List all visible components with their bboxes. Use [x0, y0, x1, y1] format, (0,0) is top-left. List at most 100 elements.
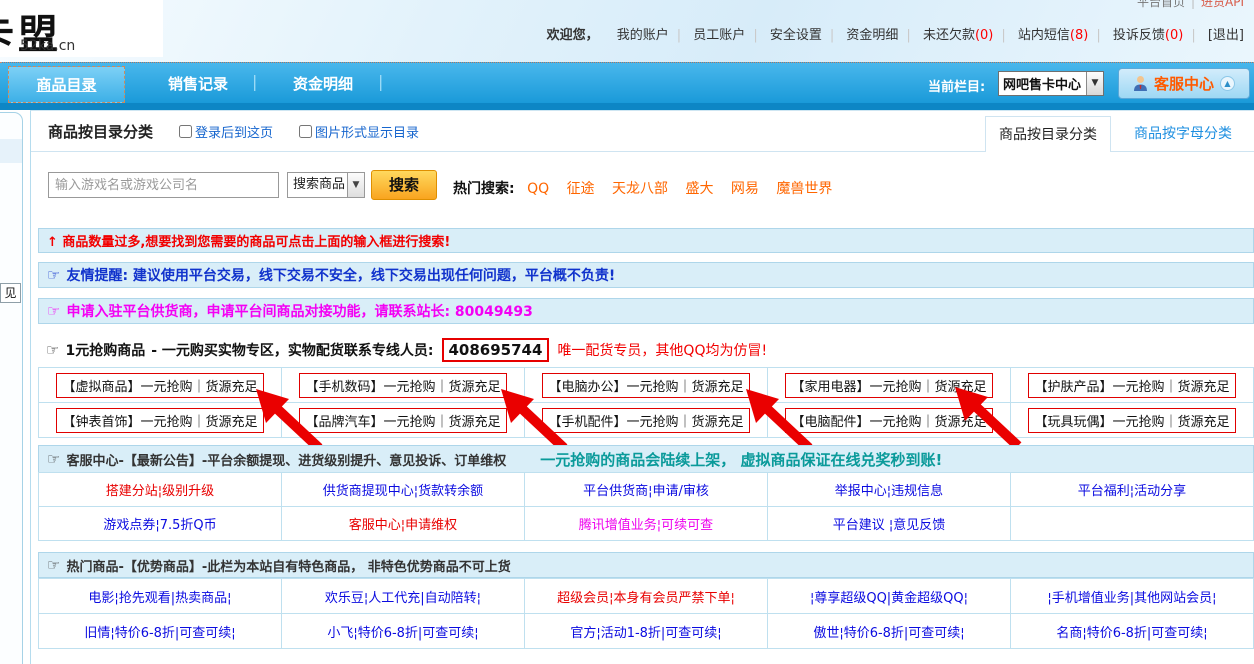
hand-pointer-icon: ☞	[47, 266, 60, 284]
image-mode-checkbox-group: 图片形式显示目录	[299, 122, 419, 141]
flash-item-watch-jewelry[interactable]: 【钟表首饰】一元抢购｜货源充足	[56, 408, 263, 433]
search-category-value: 搜索商品	[288, 173, 347, 197]
login-landing-checkbox-group: 登录后到这页	[179, 122, 273, 141]
notice-supplier-apply: ☞ 申请入驻平台供货商，申请平台间商品对接功能，请联系站长: 80049493	[38, 298, 1254, 324]
arrow-up-circle-icon: ▲	[1220, 76, 1235, 91]
hand-pointer-icon: ☞	[47, 302, 60, 320]
red-arrow-icon	[253, 388, 325, 450]
hot-link-official[interactable]: 官方¦活动1-8折|可查可续¦	[570, 626, 721, 641]
hand-pointer-icon: ☞	[47, 450, 60, 468]
customer-service-label: 客服中心	[1154, 73, 1214, 94]
table-row: 【钟表首饰】一元抢购｜货源充足 【品牌汽车】一元抢购｜货源充足 【手机配件】一元…	[39, 403, 1254, 438]
svc-link-supplier-apply[interactable]: 平台供货商¦申请/审核	[583, 484, 709, 499]
table-row: 电影¦抢先观看|热卖商品¦ 欢乐豆¦人工代充|自动陪转¦ 超级会员¦本身有会员严…	[39, 579, 1254, 614]
svc-link-tencent-vas[interactable]: 腾讯增值业务¦可续可查	[579, 518, 713, 533]
current-column-select[interactable]: 网吧售卡中心 ▼	[998, 71, 1104, 96]
flash-sale-table: 【虚拟商品】一元抢购｜货源充足 【手机数码】一元抢购｜货源充足 【电脑办公】一元…	[38, 367, 1254, 438]
search-input[interactable]	[48, 172, 279, 198]
hot-link-qq[interactable]: QQ	[527, 181, 549, 197]
image-mode-label[interactable]: 图片形式显示目录	[315, 122, 419, 141]
hot-link-tianlongbabu[interactable]: 天龙八部	[612, 181, 668, 197]
hot-link-xiaofei[interactable]: 小飞¦特价6-8折|可查可续¦	[327, 626, 478, 641]
hot-link-shanda[interactable]: 盛大	[685, 181, 713, 197]
hot-search-row: 热门搜索: QQ 征途 天龙八部 盛大 网易 魔兽世界	[453, 178, 845, 198]
flash-sale-qq-number: 408695744	[442, 338, 550, 362]
left-edge-panel	[0, 112, 23, 664]
flash-sale-header: ☞ 1元抢购商品 - 一元购买实物专区，实物配货联系专线人员: 40869574…	[38, 336, 1254, 364]
hot-link-wangyi[interactable]: 网易	[731, 181, 759, 197]
person-icon	[1133, 75, 1148, 92]
flash-item-mobile-digital[interactable]: 【手机数码】一元抢购｜货源充足	[299, 373, 506, 398]
home-link[interactable]: 平台首页	[1137, 0, 1185, 9]
complaint-feedback-link[interactable]: 投诉反馈(0)	[1113, 28, 1183, 43]
search-category-select[interactable]: 搜索商品 ▼	[287, 172, 365, 198]
hot-link-zhengtu[interactable]: 征途	[567, 181, 595, 197]
nav-separator: |	[252, 72, 257, 91]
site-logo[interactable]: 卡盟 52ka.cn	[0, 0, 163, 57]
hot-link-happy-beans[interactable]: 欢乐豆¦人工代充|自动陪转¦	[325, 591, 481, 606]
notice-friendly-reminder: ☞ 友情提醒: 建议使用平台交易，线下交易不安全，线下交易出现任何问题，平台概不…	[38, 262, 1254, 288]
left-peek-box[interactable]: 见	[0, 283, 21, 303]
security-settings-link[interactable]: 安全设置	[770, 28, 822, 43]
tab-sales-records[interactable]: 销售记录	[143, 66, 253, 103]
login-landing-label[interactable]: 登录后到这页	[195, 122, 273, 141]
hot-link-super-qq[interactable]: ¦尊享超级QQ|黄金超级QQ¦	[810, 591, 968, 606]
red-arrow-icon	[952, 386, 1024, 448]
hot-link-mingshang[interactable]: 名商¦特价6-8折|可查可续¦	[1056, 626, 1207, 641]
flash-sale-title: 1元抢购商品	[65, 340, 145, 360]
hot-link-mobile-vas[interactable]: ¦手机增值业务|其他网站会员¦	[1047, 591, 1216, 606]
hand-pointer-icon: ☞	[47, 556, 60, 574]
customer-service-button[interactable]: 客服中心 ▲	[1118, 68, 1250, 99]
flash-item-phone-accessory[interactable]: 【手机配件】一元抢购｜货源充足	[542, 408, 749, 433]
tab-product-catalog[interactable]: 商品目录	[8, 66, 125, 103]
svc-link-game-points[interactable]: 游戏点券¦7.5折Q币	[103, 518, 216, 533]
flash-sale-subtitle: - 一元购买实物专区，实物配货联系专线人员:	[151, 340, 433, 360]
flash-item-toy[interactable]: 【玩具玩偶】一元抢购｜货源充足	[1028, 408, 1235, 433]
purchase-api-link[interactable]: 进货API	[1201, 0, 1244, 9]
hot-link-jiuqing[interactable]: 旧情¦特价6-8折|可查可续¦	[84, 626, 235, 641]
svc-link-rights-protection[interactable]: 客服中心¦申请维权	[349, 518, 457, 533]
hand-pointer-icon: ☞	[46, 341, 59, 359]
table-row: 【虚拟商品】一元抢购｜货源充足 【手机数码】一元抢购｜货源充足 【电脑办公】一元…	[39, 368, 1254, 403]
service-table: 搭建分站¦级别升级 供货商提现中心¦货款转余额 平台供货商¦申请/审核 举报中心…	[38, 472, 1254, 541]
logout-link[interactable]: [退出]	[1208, 28, 1244, 43]
svc-link-platform-suggestion[interactable]: 平台建议 ¦意见反馈	[833, 518, 946, 533]
flash-item-computer-office[interactable]: 【电脑办公】一元抢购｜货源充足	[542, 373, 749, 398]
search-button[interactable]: 搜索	[371, 170, 437, 200]
top-mini-links: 平台首页|进货API	[1137, 0, 1244, 10]
login-landing-checkbox[interactable]	[179, 125, 192, 138]
flash-item-brand-car[interactable]: 【品牌汽车】一元抢购｜货源充足	[299, 408, 506, 433]
table-row: 游戏点券¦7.5折Q币 客服中心¦申请维权 腾讯增值业务¦可续可查 平台建议 ¦…	[39, 507, 1254, 541]
hot-link-super-member[interactable]: 超级会员¦本身有会员严禁下单¦	[557, 591, 735, 606]
svc-link-report-center[interactable]: 举报中心¦违规信息	[835, 484, 943, 499]
table-row: 旧情¦特价6-8折|可查可续¦ 小飞¦特价6-8折|可查可续¦ 官方¦活动1-8…	[39, 614, 1254, 649]
hot-products-table: 电影¦抢先观看|热卖商品¦ 欢乐豆¦人工代充|自动陪转¦ 超级会员¦本身有会员严…	[38, 578, 1254, 649]
notice-search-tip: ↑ 商品数量过多,想要找到您需要的商品可点击上面的输入框进行搜索!	[38, 228, 1254, 253]
logo-domain-text: 52ka.cn	[20, 38, 75, 54]
staff-account-link[interactable]: 员工账户	[693, 28, 745, 43]
tab-funds-detail[interactable]: 资金明细	[268, 66, 378, 103]
my-account-link[interactable]: 我的账户	[617, 28, 669, 43]
chevron-down-icon: ▼	[347, 173, 364, 197]
site-message-link[interactable]: 站内短信(8)	[1018, 28, 1088, 43]
hot-link-movie[interactable]: 电影¦抢先观看|热卖商品¦	[88, 591, 231, 606]
table-row: 搭建分站¦级别升级 供货商提现中心¦货款转余额 平台供货商¦申请/审核 举报中心…	[39, 473, 1254, 507]
unpaid-debt-link[interactable]: 未还欠款(0)	[923, 28, 993, 43]
tab-by-letter[interactable]: 商品按字母分类	[1113, 117, 1253, 151]
flash-item-skincare[interactable]: 【护肤产品】一元抢购｜货源充足	[1028, 373, 1235, 398]
current-column-value: 网吧售卡中心	[999, 74, 1086, 93]
welcome-text: 欢迎您，	[547, 28, 599, 43]
tab-by-category[interactable]: 商品按目录分类	[985, 116, 1111, 152]
red-arrow-icon	[498, 388, 570, 450]
flash-sale-warning: 唯一配货专员，其他QQ均为仿冒!	[557, 340, 767, 360]
hot-link-aoshi[interactable]: 傲世¦特价6-8折|可查可续¦	[813, 626, 964, 641]
service-section-header: ☞ 客服中心-【最新公告】-平台余额提现、进货级别提升、意见投诉、订单维权 一元…	[38, 445, 1254, 473]
funds-detail-link[interactable]: 资金明细	[846, 28, 898, 43]
image-mode-checkbox[interactable]	[299, 125, 312, 138]
service-announcement: 一元抢购的商品会陆续上架， 虚拟商品保证在线兑奖秒到账!	[540, 449, 942, 470]
svc-link-platform-welfare[interactable]: 平台福利¦活动分享	[1078, 484, 1186, 499]
hot-link-moshoushijie[interactable]: 魔兽世界	[776, 181, 832, 197]
svc-link-substation[interactable]: 搭建分站¦级别升级	[106, 484, 214, 499]
svc-link-supplier-withdraw[interactable]: 供货商提现中心¦货款转余额	[323, 484, 483, 499]
flash-item-virtual[interactable]: 【虚拟商品】一元抢购｜货源充足	[56, 373, 263, 398]
